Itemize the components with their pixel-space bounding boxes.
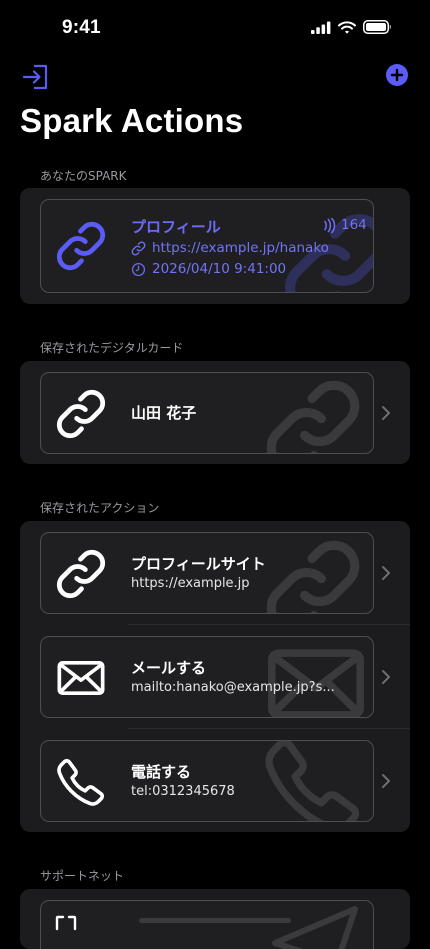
section-label-saved-cards: 保存されたデジタルカード bbox=[40, 341, 184, 355]
status-icons bbox=[311, 20, 392, 34]
add-button[interactable] bbox=[386, 64, 408, 86]
link-icon bbox=[55, 220, 107, 272]
support-group bbox=[20, 889, 410, 949]
your-spark-group: プロフィール https://example.jp/hanako 2026/04… bbox=[20, 188, 410, 304]
spark-count: 164 bbox=[341, 217, 367, 233]
signal-waves-icon bbox=[324, 217, 336, 233]
support-item[interactable] bbox=[40, 900, 374, 949]
wifi-icon bbox=[338, 20, 356, 34]
exit-button[interactable] bbox=[22, 64, 50, 90]
section-label-support: サポートネット bbox=[40, 869, 125, 883]
digital-card-item[interactable]: 山田 花子 bbox=[40, 372, 374, 454]
action-item-email[interactable]: メールする mailto:hanako@example.jp?s... bbox=[40, 636, 374, 718]
spark-url: https://example.jp/hanako bbox=[152, 240, 329, 256]
link-icon bbox=[55, 388, 107, 440]
link-icon bbox=[55, 548, 107, 600]
row-separator bbox=[128, 624, 410, 625]
cellular-signal-icon bbox=[311, 21, 331, 34]
section-label-saved-actions: 保存されたアクション bbox=[40, 501, 160, 515]
link-watermark-icon bbox=[263, 537, 363, 614]
phone-watermark-icon bbox=[261, 740, 365, 822]
saved-actions-group: プロフィールサイト https://example.jp メールする mailt… bbox=[20, 521, 410, 832]
profile-spark-card[interactable]: プロフィール https://example.jp/hanako 2026/04… bbox=[40, 199, 374, 293]
exit-icon bbox=[22, 64, 48, 90]
spark-datetime: 2026/04/10 9:41:00 bbox=[152, 261, 287, 277]
placeholder-bar bbox=[139, 918, 291, 923]
page-title: Spark Actions bbox=[20, 102, 244, 139]
send-watermark-icon bbox=[272, 906, 358, 949]
chevron-right-icon bbox=[381, 669, 391, 685]
action-item-phone[interactable]: 電話する tel:0312345678 bbox=[40, 740, 374, 822]
action-title: メールする bbox=[131, 659, 207, 677]
mail-watermark-icon bbox=[263, 636, 369, 718]
row-separator bbox=[128, 728, 410, 729]
spark-title: プロフィール bbox=[131, 218, 221, 236]
spark-count-row: 164 bbox=[323, 217, 367, 233]
action-title: 電話する bbox=[131, 763, 192, 781]
section-label-your-spark: あなたのSPARK bbox=[40, 169, 127, 183]
battery-icon bbox=[363, 20, 391, 34]
spark-datetime-row: 2026/04/10 9:41:00 bbox=[131, 261, 286, 277]
plus-circle-icon bbox=[390, 68, 404, 82]
status-bar: 9:41 bbox=[0, 0, 430, 56]
action-subtitle: tel:0312345678 bbox=[131, 784, 235, 799]
phone-icon bbox=[55, 756, 107, 808]
digital-card-name: 山田 花子 bbox=[131, 404, 197, 422]
clock-icon bbox=[131, 262, 146, 276]
link-small-icon bbox=[131, 241, 146, 256]
action-item-profile-site[interactable]: プロフィールサイト https://example.jp bbox=[40, 532, 374, 614]
spark-url-row: https://example.jp/hanako bbox=[131, 240, 329, 256]
status-time: 9:41 bbox=[62, 17, 101, 38]
scan-icon bbox=[55, 915, 77, 931]
saved-cards-group: 山田 花子 bbox=[20, 361, 410, 464]
action-subtitle: https://example.jp bbox=[131, 576, 250, 591]
mail-icon bbox=[55, 652, 107, 704]
chevron-right-icon bbox=[381, 405, 391, 421]
action-subtitle: mailto:hanako@example.jp?s... bbox=[131, 680, 335, 695]
chevron-right-icon bbox=[381, 773, 391, 789]
link-watermark-icon bbox=[263, 377, 363, 454]
chevron-right-icon bbox=[381, 565, 391, 581]
action-title: プロフィールサイト bbox=[131, 555, 266, 573]
